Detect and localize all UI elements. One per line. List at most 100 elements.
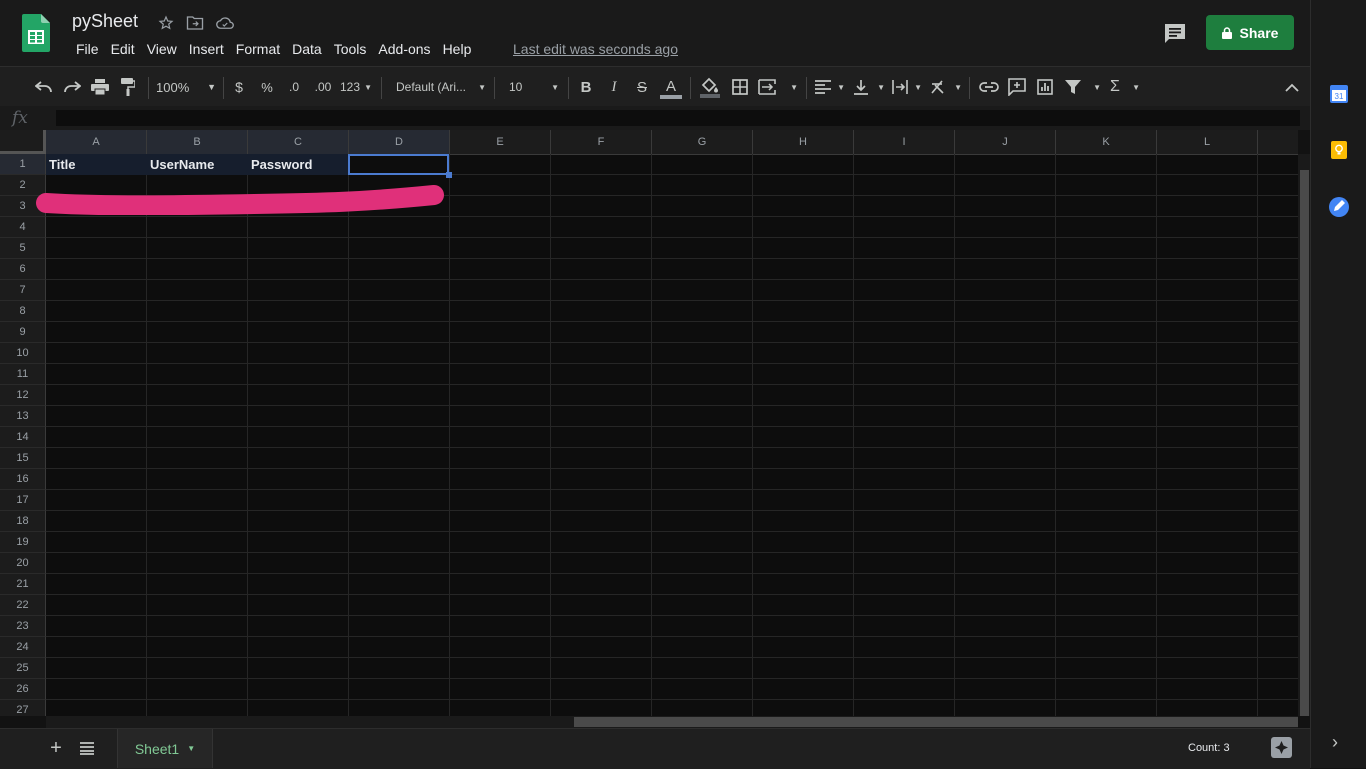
insert-comment-icon[interactable] [1006,77,1028,97]
redo-icon[interactable] [62,77,82,97]
menu-file[interactable]: File [70,40,105,58]
row-header[interactable]: 17 [0,490,46,511]
tasks-icon[interactable] [1329,197,1349,217]
zoom-select[interactable]: 100% ▼ [156,77,216,97]
selection-count[interactable]: Count: 3 [1188,742,1230,754]
text-wrapping-icon[interactable]: ▼ [892,77,922,97]
column-header-i[interactable]: I [854,130,955,154]
borders-icon[interactable] [730,77,750,97]
italic-button[interactable]: I [605,77,623,97]
all-sheets-icon[interactable] [80,741,94,755]
formula-input[interactable] [56,110,1300,126]
row-header[interactable]: 7 [0,280,46,301]
font-family-select[interactable]: Default (Ari... ▼ [396,77,486,97]
comment-history-icon[interactable] [1163,22,1187,44]
more-formats-select[interactable]: 123 ▼ [340,77,372,97]
row-header[interactable]: 9 [0,322,46,343]
document-title[interactable]: pySheet [72,11,138,32]
row-header[interactable]: 22 [0,595,46,616]
row-header[interactable]: 1 [0,154,46,175]
keep-icon[interactable] [1331,141,1347,159]
selected-cell-d1[interactable] [348,154,449,175]
vertical-align-icon[interactable]: ▼ [853,77,885,97]
collapse-menus-icon[interactable] [1282,77,1302,97]
column-header-d[interactable]: D [349,130,450,154]
decrease-decimal-button[interactable]: .0 [283,77,305,97]
sheet-tab-sheet1[interactable]: Sheet1 ▼ [117,729,213,768]
column-header-e[interactable]: E [450,130,551,154]
menu-help[interactable]: Help [437,40,478,58]
merge-cells-icon[interactable]: ▼ [758,77,798,97]
column-header-k[interactable]: K [1056,130,1157,154]
text-color-button[interactable]: A [660,77,682,101]
move-to-folder-icon[interactable] [185,13,205,33]
row-header[interactable]: 23 [0,616,46,637]
star-icon[interactable] [156,13,176,33]
sheets-logo-icon[interactable] [22,14,50,52]
column-header-h[interactable]: H [753,130,854,154]
menu-tools[interactable]: Tools [328,40,373,58]
column-header-l[interactable]: L [1157,130,1258,154]
row-header[interactable]: 19 [0,532,46,553]
row-header[interactable]: 13 [0,406,46,427]
horizontal-scroll-thumb[interactable] [574,717,1298,727]
menu-format[interactable]: Format [230,40,286,58]
row-header[interactable]: 24 [0,637,46,658]
vertical-scroll-thumb[interactable] [1300,170,1309,716]
menu-addons[interactable]: Add-ons [372,40,436,58]
menu-view[interactable]: View [141,40,183,58]
bold-button[interactable]: B [577,77,595,97]
column-header-f[interactable]: F [551,130,652,154]
undo-icon[interactable] [34,77,54,97]
row-header[interactable]: 16 [0,469,46,490]
cloud-saved-icon[interactable] [215,13,235,33]
currency-format-button[interactable]: $ [230,77,248,97]
select-all-corner[interactable] [0,130,46,154]
percent-format-button[interactable]: % [258,77,276,97]
insert-chart-icon[interactable] [1034,77,1056,97]
horizontal-align-icon[interactable]: ▼ [815,77,845,97]
menu-insert[interactable]: Insert [183,40,230,58]
row-header[interactable]: 25 [0,658,46,679]
fill-color-icon[interactable] [699,77,721,98]
column-header-a[interactable]: A [46,130,147,154]
row-header[interactable]: 18 [0,511,46,532]
print-icon[interactable] [90,77,110,97]
share-button[interactable]: Share [1206,15,1294,50]
cell-c1[interactable]: Password [248,154,349,175]
filter-icon[interactable]: ▼ [1065,77,1101,97]
paint-format-icon[interactable] [118,77,138,97]
fill-handle[interactable] [446,172,452,178]
explore-icon[interactable] [1271,737,1292,758]
row-header[interactable]: 14 [0,427,46,448]
row-header[interactable]: 6 [0,259,46,280]
increase-decimal-button[interactable]: .00 [310,77,336,97]
column-header-b[interactable]: B [147,130,248,154]
insert-link-icon[interactable] [978,77,1000,97]
chevron-down-icon[interactable]: ▼ [187,744,195,753]
calendar-icon[interactable]: 31 [1330,85,1348,103]
row-header[interactable]: 21 [0,574,46,595]
column-header-c[interactable]: C [248,130,349,154]
row-header[interactable]: 27 [0,700,46,716]
row-header[interactable]: 5 [0,238,46,259]
row-header[interactable]: 10 [0,343,46,364]
row-header[interactable]: 4 [0,217,46,238]
column-header-j[interactable]: J [955,130,1056,154]
add-sheet-icon[interactable]: + [48,738,64,758]
row-header[interactable]: 8 [0,301,46,322]
cell-a1[interactable]: Title [46,154,147,175]
spreadsheet-grid[interactable]: A B C D E F G H I J K L 1 2 3 4 5 6 7 8 9 10 11 12 1… [0,130,1298,716]
menu-edit[interactable]: Edit [105,40,141,58]
row-header[interactable]: 15 [0,448,46,469]
row-header[interactable]: 12 [0,385,46,406]
functions-button[interactable]: Σ ▼ [1110,77,1140,97]
row-header[interactable]: 20 [0,553,46,574]
strikethrough-button[interactable]: S [633,77,651,97]
font-size-select[interactable]: 10 ▼ [509,77,559,97]
row-header[interactable]: 26 [0,679,46,700]
column-header-g[interactable]: G [652,130,753,154]
row-header[interactable]: 11 [0,364,46,385]
chevron-right-icon[interactable]: › [1332,732,1338,753]
text-rotation-icon[interactable]: ▼ [930,77,962,97]
